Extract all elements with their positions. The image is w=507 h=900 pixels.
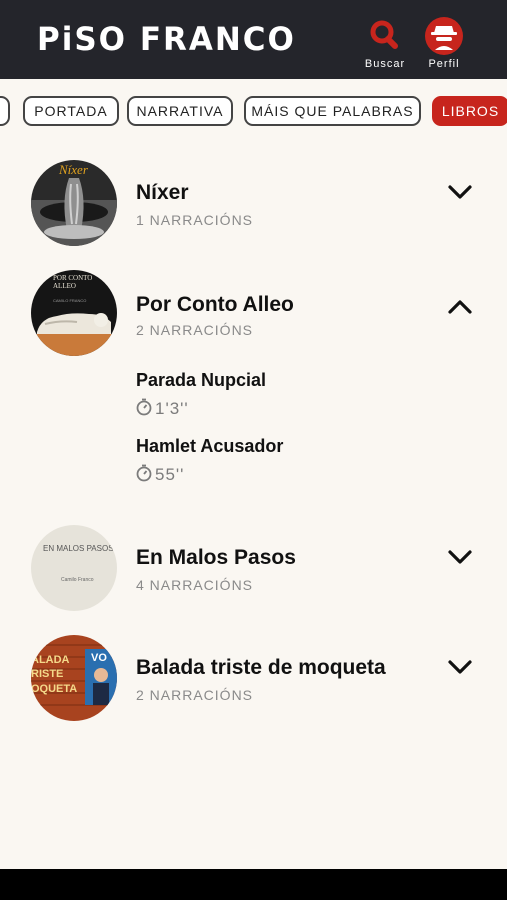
book-cover: POR CONTO ALLEO CAMILO FRANCO: [31, 270, 117, 356]
bottom-bar: [0, 869, 507, 900]
timer-icon: [136, 464, 152, 487]
timer-icon: [136, 398, 152, 421]
tab-portada[interactable]: PORTADA: [23, 96, 119, 126]
category-nav: PORTADA NARRATIVA MÁIS QUE PALABRAS LIBR…: [0, 96, 507, 126]
svg-text:Níxer: Níxer: [58, 162, 89, 177]
tab-previous[interactable]: [0, 96, 10, 126]
book-title: Balada triste de moqueta: [136, 656, 386, 679]
book-item-en-malos-pasos[interactable]: EN MALOS PASOS Camilo Franco En Malos Pa…: [0, 525, 507, 615]
track-duration-value: 55'': [155, 464, 185, 484]
svg-text:ALLEO: ALLEO: [53, 282, 76, 290]
track-duration-value: 1'3'': [155, 398, 189, 418]
svg-text:VO: VO: [91, 652, 107, 664]
app-header: PiSO FRANCO Buscar Perfil: [0, 0, 507, 79]
book-title: Por Conto Alleo: [136, 293, 294, 316]
svg-text:RISTE: RISTE: [31, 668, 63, 680]
narration-count: 2 NARRACIÓNS: [136, 322, 254, 338]
track-title: Parada Nupcial: [136, 370, 267, 390]
book-title: En Malos Pasos: [136, 546, 296, 569]
search-label: Buscar: [364, 58, 406, 70]
app-logo[interactable]: PiSO FRANCO: [37, 22, 296, 59]
tab-mais-que-palabras[interactable]: MÁIS QUE PALABRAS: [244, 96, 421, 126]
narration-count: 1 NARRACIÓNS: [136, 212, 254, 228]
tab-narrativa[interactable]: NARRATIVA: [127, 96, 233, 126]
tab-libros[interactable]: LIBROS: [432, 96, 507, 126]
book-cover: EN MALOS PASOS Camilo Franco: [31, 525, 117, 611]
chevron-down-icon[interactable]: [446, 657, 474, 677]
book-item-nixer[interactable]: Níxer Níxer 1 NARRACIÓNS: [0, 160, 507, 250]
book-cover: Níxer: [31, 160, 117, 246]
svg-text:Camilo Franco: Camilo Franco: [61, 577, 94, 583]
search-button[interactable]: Buscar: [355, 16, 415, 70]
chevron-up-icon[interactable]: [446, 297, 474, 317]
track-duration: 1'3'': [136, 398, 189, 421]
narration-count: 2 NARRACIÓNS: [136, 687, 254, 703]
book-title: Níxer: [136, 181, 189, 204]
track-duration: 55'': [136, 464, 184, 487]
search-icon: [365, 16, 405, 56]
book-cover: ALADA RISTE OQUETA VO: [31, 635, 117, 721]
chevron-down-icon[interactable]: [446, 182, 474, 202]
profile-button[interactable]: Perfil: [414, 16, 474, 70]
svg-text:POR CONTO: POR CONTO: [53, 274, 92, 282]
track-title: Hamlet Acusador: [136, 436, 284, 456]
spy-avatar-icon: [424, 16, 464, 56]
chevron-down-icon[interactable]: [446, 547, 474, 567]
book-item-balada-triste[interactable]: ALADA RISTE OQUETA VO Balada triste de m…: [0, 635, 507, 725]
profile-label: Perfil: [428, 58, 460, 70]
narration-count: 4 NARRACIÓNS: [136, 577, 254, 593]
svg-text:ALADA: ALADA: [31, 654, 70, 666]
book-item-por-conto-alleo[interactable]: POR CONTO ALLEO CAMILO FRANCO Por Conto …: [0, 270, 507, 500]
svg-text:CAMILO FRANCO: CAMILO FRANCO: [53, 298, 86, 303]
svg-text:OQUETA: OQUETA: [31, 683, 77, 695]
svg-text:EN MALOS PASOS: EN MALOS PASOS: [43, 544, 114, 553]
